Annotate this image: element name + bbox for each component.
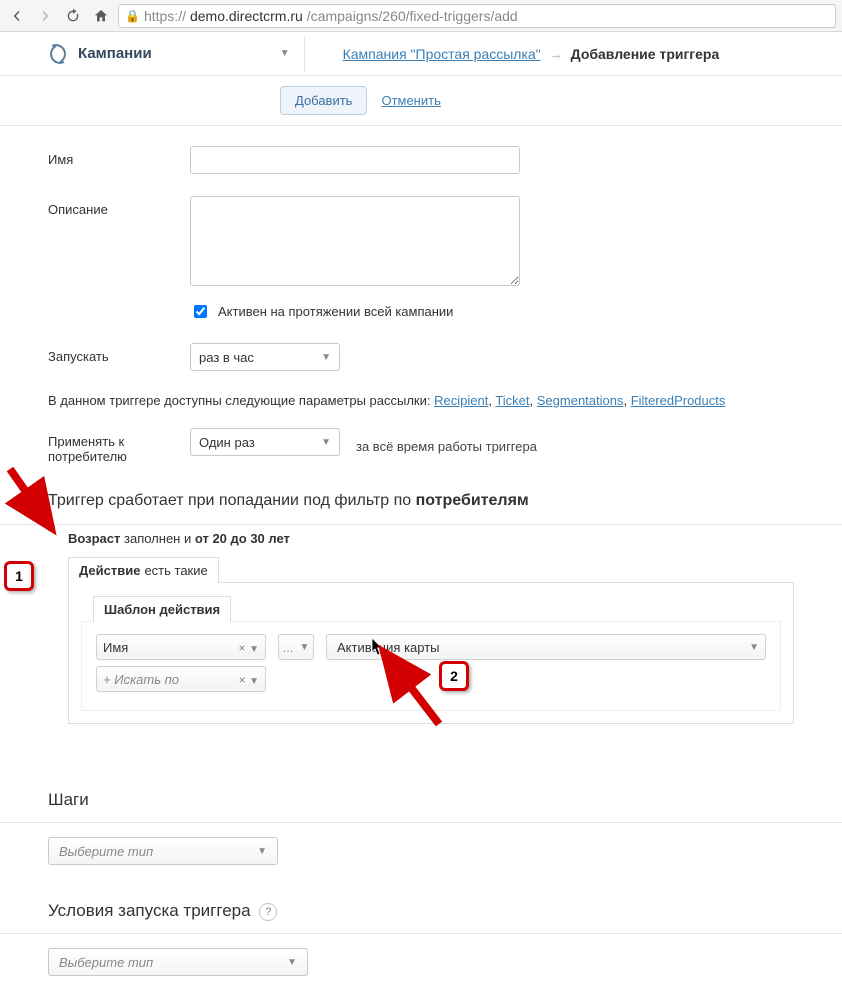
url-bar[interactable]: 🔒 https://demo.directcrm.ru/campaigns/26… (118, 4, 836, 28)
annotation-1: 1 (4, 561, 34, 591)
home-button[interactable] (90, 5, 112, 27)
apply-suffix: за всё время работы триггера (356, 439, 537, 454)
template-panel: Шаблон действия Имя × ▼ ... ▼ Активация … (68, 582, 794, 724)
conditions-type-select[interactable]: Выберите тип ▼ (48, 948, 308, 976)
chip-label: Имя (103, 640, 128, 655)
form: Имя Описание Активен на протяжении всей … (0, 126, 842, 724)
breadcrumb-link[interactable]: Кампания "Простая рассылка" (343, 46, 541, 62)
app-header: Кампании ▼ Кампания "Простая рассылка" →… (0, 32, 842, 76)
run-select[interactable]: раз в час ▼ (190, 343, 340, 371)
annotation-2: 2 (439, 661, 469, 691)
chevron-down-icon: ▼ (749, 642, 759, 653)
param-link[interactable]: Recipient (434, 393, 488, 408)
chevron-down-icon: ▼ (299, 642, 309, 653)
select-placeholder: Выберите тип (59, 955, 153, 970)
search-by-chip[interactable]: + Искать по × ▼ (96, 666, 266, 692)
breadcrumb-current: Добавление триггера (571, 46, 720, 62)
template-title-tab: Шаблон действия (93, 596, 231, 622)
reload-button[interactable] (62, 5, 84, 27)
close-icon[interactable]: × (238, 641, 245, 655)
name-label: Имя (48, 146, 190, 167)
chip-placeholder: + Искать по (103, 672, 179, 687)
divider (304, 36, 305, 72)
run-value: раз в час (199, 350, 254, 365)
select-placeholder: Выберите тип (59, 844, 153, 859)
add-button[interactable]: Добавить (280, 86, 367, 115)
action-bar: Добавить Отменить (0, 76, 842, 126)
params-note: В данном триггере доступны следующие пар… (48, 393, 794, 408)
param-link[interactable]: FilteredProducts (631, 393, 726, 408)
apply-select[interactable]: Один раз ▼ (190, 428, 340, 456)
active-checkbox[interactable] (194, 305, 207, 318)
action-tab[interactable]: Действие есть такие (68, 557, 219, 583)
conditions-section: Условия запуска триггера ? Выберите тип … (0, 865, 842, 1006)
steps-section: Шаги Выберите тип ▼ (0, 754, 842, 865)
forward-button[interactable] (34, 5, 56, 27)
operator-chip[interactable]: ... ▼ (278, 634, 314, 660)
chevron-down-icon: ▼ (280, 48, 290, 59)
campaigns-label: Кампании (78, 45, 152, 62)
conditions-title: Условия запуска триггера ? (48, 901, 794, 921)
divider (0, 524, 842, 525)
chip-label: ... (283, 640, 294, 655)
param-link[interactable]: Ticket (495, 393, 529, 408)
logo-icon (46, 42, 70, 66)
steps-type-select[interactable]: Выберите тип ▼ (48, 837, 278, 865)
apply-label: Применять кпотребителю (48, 428, 190, 464)
breadcrumb: Кампания "Простая рассылка" → Добавление… (343, 46, 720, 62)
description-textarea[interactable] (190, 196, 520, 286)
annotation-arrow (0, 461, 90, 571)
help-icon[interactable]: ? (259, 903, 277, 921)
run-label: Запускать (48, 343, 190, 364)
campaigns-menu[interactable]: Кампании ▼ (46, 42, 290, 66)
description-label: Описание (48, 196, 190, 217)
chevron-down-icon: ▼ (321, 352, 331, 363)
active-label: Активен на протяжении всей кампании (218, 304, 453, 319)
age-filter-line: Возраст заполнен и от 20 до 30 лет (68, 531, 794, 546)
steps-title: Шаги (48, 790, 794, 810)
close-icon[interactable]: × (238, 673, 245, 687)
chevron-down-icon: ▼ (249, 644, 259, 655)
param-link[interactable]: Segmentations (537, 393, 624, 408)
chevron-down-icon: ▼ (249, 676, 259, 687)
filter-title: Триггер сработает при попадании под филь… (48, 492, 794, 510)
lock-icon: 🔒 (125, 9, 140, 23)
breadcrumb-arrow-icon: → (549, 46, 563, 62)
apply-value: Один раз (199, 435, 255, 450)
filter-area: 1 Возраст заполнен и от 20 до 30 лет Дей… (48, 531, 794, 724)
url-path: /campaigns/260/fixed-triggers/add (307, 8, 518, 24)
field-chip-name[interactable]: Имя × ▼ (96, 634, 266, 660)
name-input[interactable] (190, 146, 520, 174)
browser-chrome: 🔒 https://demo.directcrm.ru/campaigns/26… (0, 0, 842, 32)
url-scheme: https:// (144, 8, 186, 24)
cancel-link[interactable]: Отменить (381, 93, 440, 108)
chevron-down-icon: ▼ (257, 846, 267, 857)
back-button[interactable] (6, 5, 28, 27)
chevron-down-icon: ▼ (287, 957, 297, 968)
chevron-down-icon: ▼ (321, 437, 331, 448)
url-host: demo.directcrm.ru (190, 8, 303, 24)
params-prefix: В данном триггере доступны следующие пар… (48, 393, 434, 408)
